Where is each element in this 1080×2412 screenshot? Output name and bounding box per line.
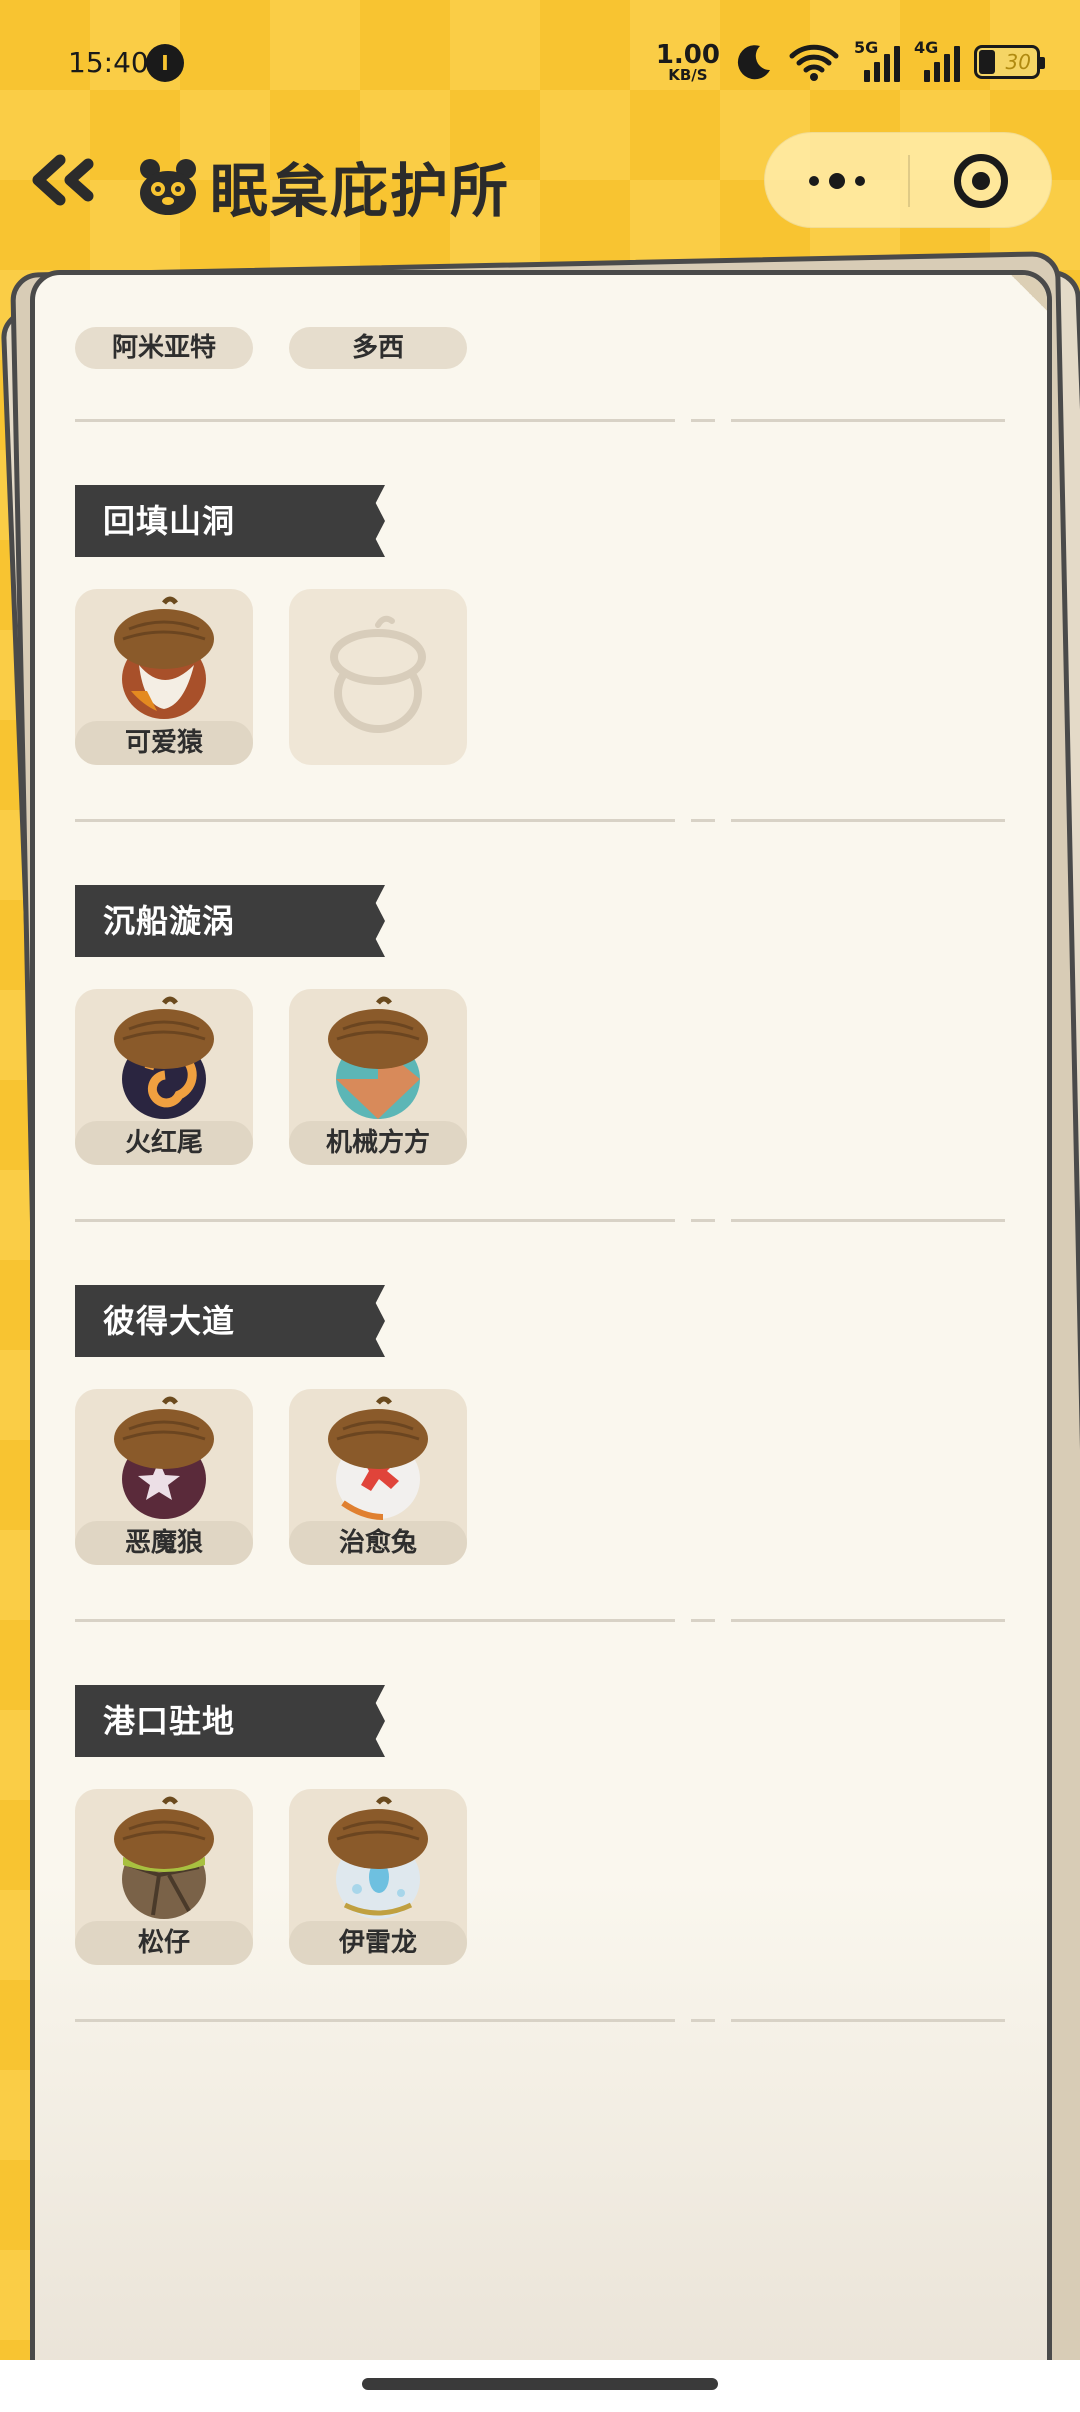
section-title-gangkou: 港口驻地 xyxy=(75,1685,385,1757)
network-speed: 1.00 KB/S xyxy=(656,42,720,83)
acorn-white-cross-icon xyxy=(328,1396,428,1520)
pet-name: 松仔 xyxy=(75,1921,253,1965)
battery-level: 30 xyxy=(1005,50,1031,74)
acorn-blue-egg-icon xyxy=(328,1796,428,1919)
acorn-dark-star-icon xyxy=(114,1396,214,1519)
section-divider xyxy=(75,1619,1005,1622)
acorn-placeholder-icon xyxy=(330,615,426,733)
status-time: 15:40 xyxy=(68,46,149,79)
pet-name: 机械方方 xyxy=(289,1121,467,1165)
pet-slot[interactable]: 火红尾 xyxy=(75,989,253,1165)
wifi-icon xyxy=(789,44,839,81)
battery-icon: 30 xyxy=(974,45,1045,79)
page-corner xyxy=(1009,275,1047,313)
chip-amiyate[interactable]: 阿米亚特 xyxy=(75,327,253,369)
pet-slot[interactable]: 松仔 xyxy=(75,1789,253,1965)
section-divider xyxy=(75,819,1005,822)
pet-slot[interactable]: 伊雷龙 xyxy=(289,1789,467,1965)
status-bar: 15:40 I 1.00 KB/S 5G 4G 30 xyxy=(0,0,1080,120)
shelter-list-card[interactable]: 阿米亚特 多西 回填山洞 可爱猿 沉船漩涡 火红尾 机械方方 彼得大道 恶魔狼 … xyxy=(30,270,1052,2412)
section-divider xyxy=(75,2019,1005,2022)
pet-name: 火红尾 xyxy=(75,1121,253,1165)
acorn-olive-green-icon xyxy=(114,1796,214,1919)
page-title: 眠枲庇护所 xyxy=(210,157,511,225)
pet-slot[interactable]: 机械方方 xyxy=(289,989,467,1165)
section-divider xyxy=(75,1219,1005,1222)
more-dots-icon xyxy=(809,176,819,186)
double-chevron-left-icon xyxy=(32,154,94,206)
chip-duoxi[interactable]: 多西 xyxy=(289,327,467,369)
signal-4g-icon: 4G xyxy=(914,38,960,82)
pet-slot[interactable]: 可爱猿 xyxy=(75,589,253,765)
miniprogram-capsule xyxy=(764,132,1052,228)
network-speed-unit: KB/S xyxy=(668,65,708,84)
status-icons: 1.00 KB/S 5G 4G 30 xyxy=(656,38,1045,86)
moon-icon xyxy=(737,45,770,80)
section-title-huitian: 回填山洞 xyxy=(75,485,385,557)
title-group: 眠枲庇护所 xyxy=(136,144,510,228)
signal-5g-icon: 5G xyxy=(854,38,900,82)
target-circle-icon xyxy=(954,154,1008,208)
mascot-icon xyxy=(140,159,196,215)
section-title-chenchuan: 沉船漩涡 xyxy=(75,885,385,957)
section-divider xyxy=(75,419,1005,422)
acorn-brown-red-icon xyxy=(114,596,214,719)
acorn-teal-checker-icon xyxy=(328,996,428,1119)
pet-slot[interactable]: 恶魔狼 xyxy=(75,1389,253,1565)
pet-slot[interactable]: 治愈兔 xyxy=(289,1389,467,1565)
section-title-bide: 彼得大道 xyxy=(75,1285,385,1357)
acorn-fire-swirl-icon xyxy=(114,996,214,1119)
empty-slot[interactable] xyxy=(289,589,467,765)
header: 眠枲庇护所 xyxy=(0,130,1080,230)
pet-name: 伊雷龙 xyxy=(289,1921,467,1965)
top-chip-row: 阿米亚特 多西 xyxy=(75,327,467,369)
home-indicator[interactable] xyxy=(362,2378,718,2390)
back-button[interactable] xyxy=(28,150,100,210)
close-button[interactable] xyxy=(909,133,1053,229)
notification-icon: I xyxy=(146,44,184,82)
network-speed-value: 1.00 xyxy=(655,39,720,70)
section-items-huitian: 可爱猿 xyxy=(75,589,467,765)
pet-name: 恶魔狼 xyxy=(75,1521,253,1565)
pet-name: 治愈兔 xyxy=(289,1521,467,1565)
section-items-bide: 恶魔狼 治愈兔 xyxy=(75,1389,467,1565)
more-button[interactable] xyxy=(765,133,909,229)
pet-name: 可爱猿 xyxy=(75,721,253,765)
section-items-chenchuan: 火红尾 机械方方 xyxy=(75,989,467,1165)
section-items-gangkou: 松仔 伊雷龙 xyxy=(75,1789,467,1965)
